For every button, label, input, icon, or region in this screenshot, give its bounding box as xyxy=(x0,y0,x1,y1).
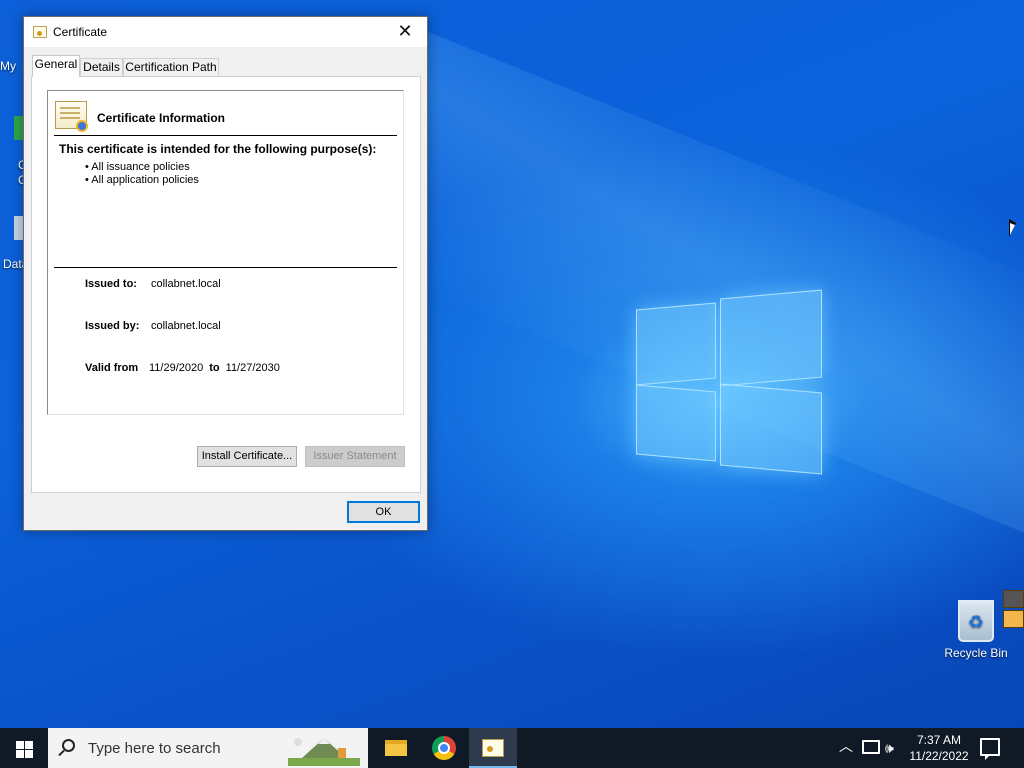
recycle-bin[interactable]: ♻ Recycle Bin xyxy=(942,600,1010,660)
recycle-bin-icon: ♻ xyxy=(958,600,994,642)
search-icon xyxy=(62,739,75,752)
notification-icon[interactable] xyxy=(980,738,1000,760)
dialog-title: Certificate xyxy=(53,25,108,39)
valid-from-label: Valid from xyxy=(85,362,139,374)
divider xyxy=(54,135,397,136)
general-tab-page: Certificate Information This certificate… xyxy=(31,76,421,493)
volume-icon[interactable]: 🕪 xyxy=(885,740,894,756)
purpose-list: • All issuance policies • All applicatio… xyxy=(85,161,199,187)
taskbar-certificate-window[interactable] xyxy=(469,728,517,768)
purpose-title: This certificate is intended for the fol… xyxy=(59,142,377,156)
purpose-item: • All application policies xyxy=(85,174,199,186)
clock-time: 7:37 AM xyxy=(916,733,962,747)
start-button[interactable] xyxy=(0,728,48,768)
certificate-dialog: Certificate ✕ General Details Certificat… xyxy=(23,16,428,531)
tab-general[interactable]: General xyxy=(32,55,80,77)
purpose-item: • All issuance policies xyxy=(85,161,190,173)
install-certificate-button[interactable]: Install Certificate... xyxy=(197,446,297,467)
taskbar-chrome[interactable] xyxy=(420,728,468,768)
taskbar: Type here to search ︿ 🕪 7:37 AM 11/22/20… xyxy=(0,728,1024,768)
chrome-icon xyxy=(432,736,456,760)
mouse-cursor xyxy=(1009,219,1016,237)
certificate-info-panel: Certificate Information This certificate… xyxy=(47,90,404,415)
certificate-icon xyxy=(33,26,47,38)
dialog-titlebar[interactable]: Certificate ✕ xyxy=(24,17,427,47)
valid-from-value: 11/29/2020 xyxy=(149,362,204,374)
search-placeholder: Type here to search xyxy=(88,740,221,757)
issued-by-value: collabnet.local xyxy=(151,320,221,332)
issuer-statement-button[interactable]: Issuer Statement xyxy=(305,446,405,467)
network-icon[interactable] xyxy=(862,740,880,754)
close-button[interactable]: ✕ xyxy=(383,17,427,47)
divider xyxy=(54,267,397,268)
certificate-info-heading: Certificate Information xyxy=(97,111,226,125)
valid-to-label: to xyxy=(209,362,220,374)
issued-to-label: Issued to: xyxy=(85,278,137,290)
validity-row: Valid from 11/29/2020 to 11/27/2030 xyxy=(85,362,280,374)
close-icon: ✕ xyxy=(397,21,413,41)
desktop-icon-partial-label[interactable]: My xyxy=(0,59,16,73)
certificate-icon xyxy=(55,101,88,132)
monitor-icon[interactable] xyxy=(1003,610,1024,628)
clock[interactable]: 7:37 AM 11/22/2022 xyxy=(902,732,976,764)
issued-to-row: Issued to: collabnet.local xyxy=(85,278,221,290)
ok-button[interactable]: OK xyxy=(347,501,420,523)
taskbar-file-explorer[interactable] xyxy=(371,728,419,768)
recycle-bin-label: Recycle Bin xyxy=(944,646,1008,660)
tab-details[interactable]: Details xyxy=(80,58,123,77)
issued-by-row: Issued by: collabnet.local xyxy=(85,320,221,332)
taskbar-search-box[interactable]: Type here to search xyxy=(48,728,368,768)
windows-logo-wallpaper xyxy=(634,289,824,480)
show-hidden-icons-chevron-icon[interactable]: ︿ xyxy=(839,738,853,754)
file-explorer-icon xyxy=(385,740,407,756)
tab-certification-path[interactable]: Certification Path xyxy=(123,58,219,77)
clock-date: 11/22/2022 xyxy=(909,749,969,763)
search-highlight-illustration xyxy=(288,738,360,766)
valid-to-value: 11/27/2030 xyxy=(225,362,280,374)
certificate-icon xyxy=(482,739,504,757)
issued-to-value: collabnet.local xyxy=(151,278,221,290)
gear-icon[interactable] xyxy=(1003,590,1024,608)
issued-by-label: Issued by: xyxy=(85,320,140,332)
